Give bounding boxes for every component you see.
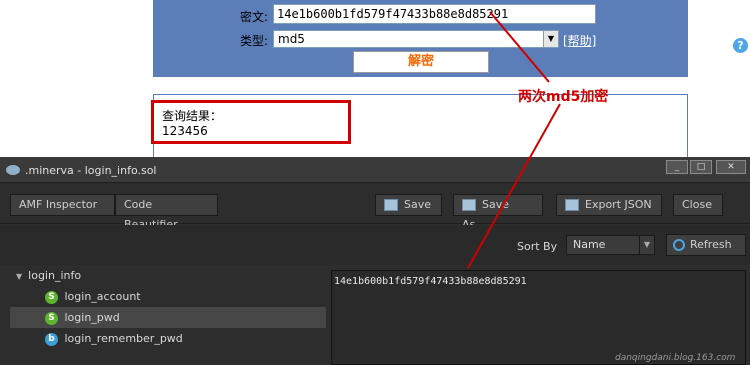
string-type-icon: S <box>45 311 58 325</box>
caret-down-icon[interactable]: ▼ <box>16 266 22 287</box>
tab-code-beautifier[interactable]: Code Beautifier <box>115 194 218 231</box>
save-icon <box>384 199 398 211</box>
chevron-down-icon[interactable]: ▼ <box>639 236 654 254</box>
minerva-logo-icon <box>6 165 20 175</box>
tree-item-login-remember-pwd[interactable]: b login_remember_pwd <box>10 328 326 349</box>
close-file-button[interactable]: Close <box>673 194 723 216</box>
blog-watermark: danqingdani.blog.163.com <box>615 353 736 363</box>
annotation-label: 两次md5加密 <box>518 89 609 105</box>
help-link[interactable]: [帮助] <box>563 32 596 49</box>
sort-select[interactable]: Name ▼ <box>566 235 655 255</box>
cipher-label: 密文: <box>240 10 269 24</box>
tab-amf-inspector[interactable]: AMF Inspector <box>10 194 115 216</box>
refresh-label: Refresh <box>690 238 732 251</box>
tree-item-login-pwd[interactable]: S login_pwd <box>10 307 326 328</box>
refresh-icon <box>673 239 685 251</box>
tree-root-login-info[interactable]: ▼ login_info <box>10 265 326 286</box>
export-json-label: Export JSON <box>585 198 652 211</box>
chevron-down-icon[interactable]: ▼ <box>543 31 558 47</box>
decrypt-button[interactable]: 解密 <box>353 51 489 73</box>
type-select-value: md5 <box>278 32 305 46</box>
save-as-button[interactable]: Save As... <box>453 194 543 231</box>
minimize-button[interactable]: _ <box>666 160 688 174</box>
minerva-window: .minerva - login_info.sol _ □ ✕ AMF Insp… <box>0 157 750 365</box>
sort-by-label: Sort By <box>517 240 558 253</box>
export-icon <box>565 199 579 211</box>
value-text[interactable]: 14e1b600b1fd579f47433b88e8d85291 <box>334 276 527 287</box>
save-button[interactable]: Save <box>375 194 442 216</box>
object-tree: ▼ login_info S login_account S login_pwd … <box>10 265 326 365</box>
maximize-button[interactable]: □ <box>690 160 712 174</box>
tree-item-label: login_account <box>64 290 141 303</box>
sort-select-value: Name <box>573 238 606 251</box>
cipher-input[interactable]: 14e1b600b1fd579f47433b88e8d85291 <box>273 4 596 24</box>
window-title: .minerva - login_info.sol <box>25 164 157 177</box>
save-as-icon <box>462 199 476 211</box>
type-label: 类型: <box>240 34 269 48</box>
toolbar: AMF Inspector Code Beautifier Save Save … <box>0 184 750 231</box>
export-json-button[interactable]: Export JSON <box>556 194 662 216</box>
tree-item-label: login_remember_pwd <box>64 332 183 345</box>
tree-item-login-account[interactable]: S login_account <box>10 286 326 307</box>
help-icon[interactable]: ? <box>733 38 748 53</box>
result-value: 123456 <box>162 124 208 138</box>
tree-item-label: login_pwd <box>64 311 120 324</box>
window-close-button[interactable]: ✕ <box>716 160 746 174</box>
tree-root-label: login_info <box>28 269 82 282</box>
refresh-button[interactable]: Refresh <box>666 234 746 256</box>
boolean-type-icon: b <box>45 332 58 346</box>
type-select[interactable]: md5 ▼ <box>273 30 559 48</box>
result-title: 查询结果： <box>162 109 223 123</box>
save-label: Save <box>404 198 432 211</box>
sort-bar: Sort By Name ▼ Refresh <box>0 225 750 265</box>
window-titlebar: .minerva - login_info.sol _ □ ✕ <box>0 157 750 183</box>
string-type-icon: S <box>45 290 58 304</box>
value-editor[interactable]: 14e1b600b1fd579f47433b88e8d85291 <box>331 270 746 365</box>
